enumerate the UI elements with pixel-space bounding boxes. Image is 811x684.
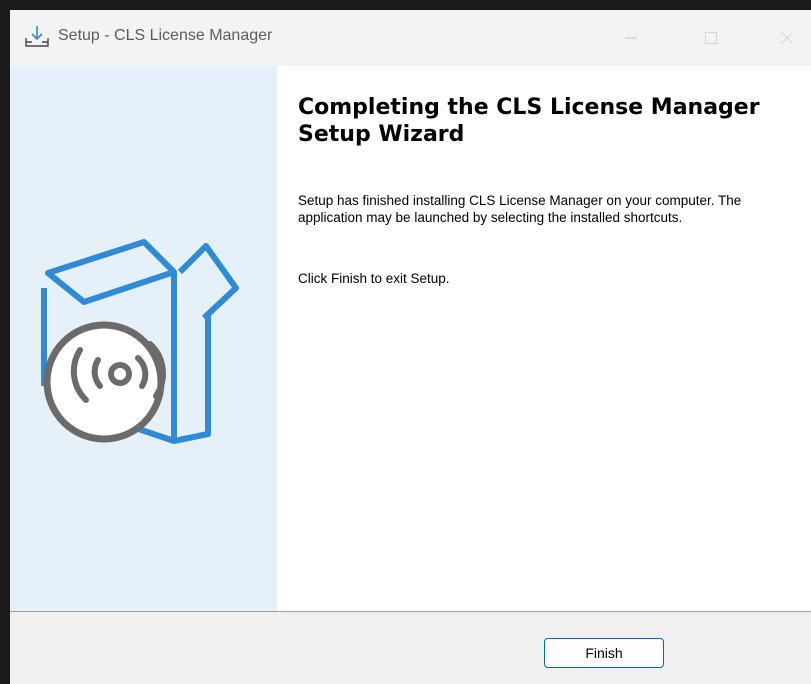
completion-message: Setup has finished installing CLS Licens… bbox=[298, 193, 742, 225]
finish-button[interactable]: Finish bbox=[544, 638, 664, 668]
exit-instruction: Click Finish to exit Setup. bbox=[298, 271, 450, 286]
setup-window: Setup - CLS License Manager Completing t… bbox=[10, 10, 811, 684]
window-title: Setup - CLS License Manager bbox=[58, 27, 273, 44]
close-icon[interactable] bbox=[772, 24, 802, 52]
title-bar[interactable]: Setup - CLS License Manager bbox=[10, 10, 811, 66]
maximize-icon[interactable] bbox=[696, 24, 726, 52]
wizard-sidebar bbox=[10, 66, 277, 611]
installer-download-icon bbox=[25, 26, 49, 47]
page-title: Completing the CLS License Manager Setup… bbox=[298, 95, 760, 147]
software-box-disc-icon bbox=[41, 239, 239, 444]
wizard-footer: Finish bbox=[10, 612, 811, 684]
wizard-content: Completing the CLS License Manager Setup… bbox=[277, 66, 811, 611]
minimize-icon[interactable] bbox=[616, 24, 646, 52]
